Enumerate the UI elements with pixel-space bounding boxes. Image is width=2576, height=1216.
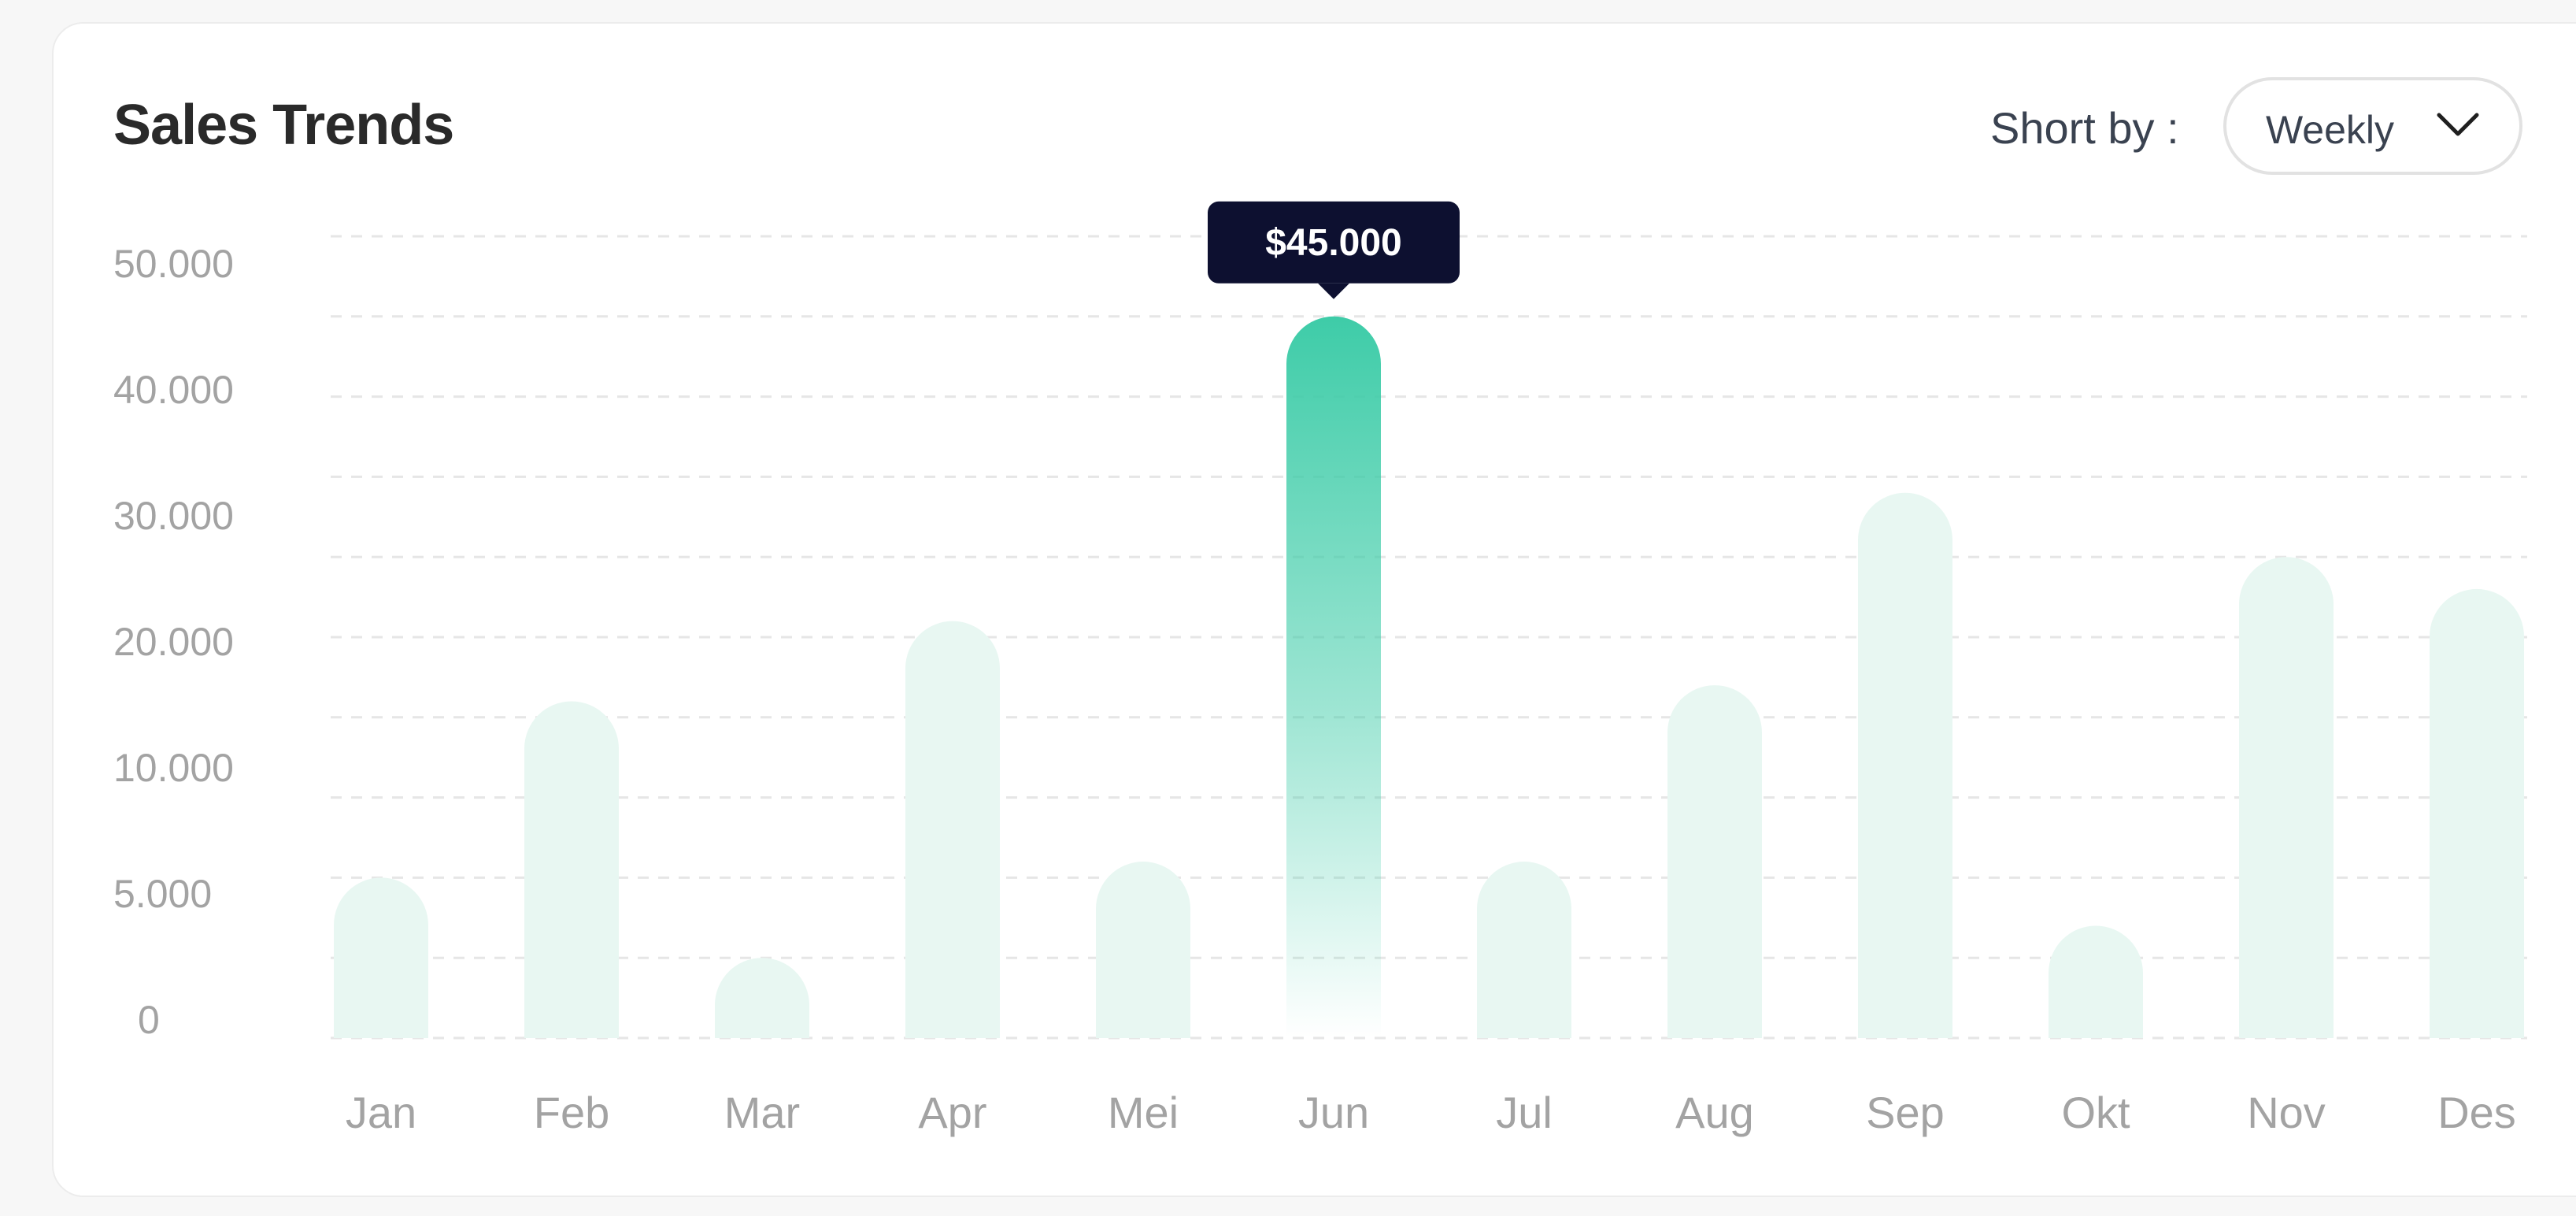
bar-jul[interactable] [1477, 862, 1571, 1038]
bar-aug[interactable] [1667, 685, 1762, 1038]
y-tick-label: 50.000 [113, 242, 234, 286]
bar-nov[interactable] [2239, 557, 2334, 1038]
bar-sep[interactable] [1858, 492, 1952, 1038]
y-tick-label: 20.000 [113, 620, 234, 664]
tooltip-arrow [1318, 283, 1349, 299]
bar-active-jun[interactable] [1286, 316, 1381, 1038]
bars [334, 316, 2524, 1038]
x-tick-label: Aug [1675, 1088, 1754, 1137]
y-tick-label: 30.000 [113, 494, 234, 538]
x-tick-label: Jul [1496, 1088, 1553, 1137]
x-tick-label: Nov [2247, 1088, 2326, 1137]
x-tick-label: Mar [724, 1088, 800, 1137]
x-tick-label: Okt [2061, 1088, 2130, 1137]
bar-jan[interactable] [334, 877, 428, 1038]
bar-okt[interactable] [2049, 925, 2143, 1038]
x-axis-ticks: Jan Feb Mar Apr Mei Jun Jul Aug Sep Okt Nov Des [346, 1088, 2516, 1137]
x-tick-label: Apr [918, 1088, 986, 1137]
sales-trends-chart: 50.000 40.000 30.000 20.000 10.000 5.000 0 Jan… [113, 201, 2527, 1137]
x-tick-label: Des [2437, 1088, 2516, 1137]
x-tick-label: Feb [534, 1088, 610, 1137]
value-tooltip: $45.000 [1208, 201, 1460, 299]
x-tick-label: Mei [1108, 1088, 1179, 1137]
y-axis-ticks: 50.000 40.000 30.000 20.000 10.000 5.000 0 [113, 242, 234, 1042]
grid-lines [331, 235, 2527, 1040]
bar-apr[interactable] [905, 621, 1000, 1038]
y-tick-label: 0 [138, 998, 160, 1042]
tooltip-text: $45.000 [1265, 222, 1402, 264]
y-tick-label: 10.000 [113, 746, 234, 790]
bar-mei[interactable] [1096, 862, 1190, 1038]
bar-des[interactable] [2430, 588, 2524, 1038]
bar-feb[interactable] [524, 701, 619, 1038]
x-tick-label: Jun [1298, 1088, 1369, 1137]
y-tick-label: 40.000 [113, 368, 234, 412]
x-tick-label: Jan [346, 1088, 416, 1137]
bar-mar[interactable] [715, 958, 809, 1038]
x-tick-label: Sep [1866, 1088, 1945, 1137]
y-tick-label: 5.000 [113, 872, 212, 916]
